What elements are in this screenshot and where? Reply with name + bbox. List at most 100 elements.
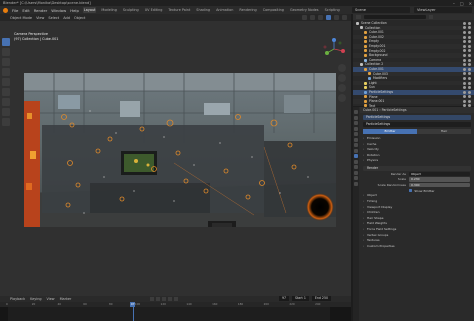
annotate-icon[interactable] [2, 98, 10, 106]
camera-render-icon[interactable] [468, 99, 471, 103]
particles-tab-icon[interactable] [354, 154, 358, 158]
eye-icon[interactable] [463, 76, 466, 80]
scale-icon[interactable] [2, 78, 10, 86]
eye-icon[interactable] [463, 21, 466, 25]
camera-render-icon[interactable] [468, 35, 471, 39]
minimize-icon[interactable]: – [453, 1, 455, 6]
particle-settings-field[interactable]: ParticleSettings [363, 122, 471, 127]
camera-render-icon[interactable] [468, 53, 471, 57]
tab-layout[interactable]: Layout [82, 7, 97, 13]
eye-icon[interactable] [463, 95, 466, 99]
eye-icon[interactable] [463, 35, 466, 39]
eye-icon[interactable] [463, 99, 466, 103]
camera-view-icon[interactable] [338, 84, 346, 92]
menu-select[interactable]: Select [48, 16, 59, 20]
jump-end-icon[interactable] [174, 297, 178, 301]
camera-render-icon[interactable] [468, 76, 471, 80]
scene-tab-icon[interactable] [354, 132, 358, 136]
tab-uv-editing[interactable]: UV Editing [144, 7, 164, 13]
eye-icon[interactable] [463, 67, 466, 71]
zoom-icon[interactable] [338, 64, 346, 72]
camera-render-icon[interactable] [468, 67, 471, 71]
end-frame-field[interactable]: End 250 [311, 296, 331, 301]
playhead-line[interactable] [132, 307, 134, 321]
perspective-toggle-icon[interactable] [338, 94, 346, 102]
menu-add[interactable]: Add [63, 16, 70, 20]
material-shading-icon[interactable] [334, 15, 339, 20]
select-box-icon[interactable] [2, 38, 10, 46]
data-tab-icon[interactable] [354, 170, 358, 175]
texture-tab-icon[interactable] [354, 181, 358, 186]
blender-logo-icon[interactable] [3, 7, 8, 13]
eye-icon[interactable] [463, 44, 466, 48]
outliner-search-input[interactable] [364, 15, 426, 19]
render-as-dropdown[interactable]: Object [409, 171, 470, 176]
menu-window[interactable]: Window [51, 8, 66, 13]
menu-marker[interactable]: Marker [60, 297, 72, 301]
camera-render-icon[interactable] [468, 63, 471, 67]
camera-render-icon[interactable] [468, 21, 471, 25]
tab-hair[interactable]: Hair [417, 129, 471, 134]
properties-editor[interactable]: Cube.001 › ParticleSettings ParticleSett… [353, 107, 474, 321]
show-emitter-checkbox[interactable] [409, 188, 413, 193]
eye-icon[interactable] [463, 40, 466, 44]
eye-icon[interactable] [463, 53, 466, 57]
tab-modeling[interactable]: Modeling [100, 7, 117, 13]
rotate-icon[interactable] [2, 68, 10, 76]
menu-file[interactable]: File [12, 8, 18, 13]
eye-icon[interactable] [463, 26, 466, 30]
camera-render-icon[interactable] [468, 72, 471, 76]
wireframe-shading-icon[interactable] [318, 15, 323, 20]
panel-custom-properties[interactable]: Custom Properties [360, 244, 474, 250]
start-frame-field[interactable]: Start 1 [292, 296, 309, 301]
scale-field[interactable]: 0.230 [409, 177, 470, 182]
world-tab-icon[interactable] [354, 137, 358, 142]
scale-randomness-field[interactable]: 0.300 [409, 182, 470, 188]
camera-render-icon[interactable] [468, 90, 471, 94]
xray-icon[interactable] [310, 15, 315, 20]
current-frame-field[interactable]: 97 [278, 296, 290, 301]
tab-animation[interactable]: Animation [215, 7, 234, 13]
close-icon[interactable]: ✕ [469, 1, 472, 6]
camera-render-icon[interactable] [468, 40, 471, 44]
render-tab-icon[interactable] [354, 115, 358, 120]
camera-render-icon[interactable] [468, 49, 471, 53]
menu-object[interactable]: Object [74, 16, 85, 20]
tab-scripting[interactable]: Scripting [324, 7, 341, 13]
next-key-icon[interactable] [168, 297, 172, 301]
menu-playback[interactable]: Playback [10, 297, 25, 301]
timeline-body[interactable] [0, 307, 351, 321]
play-icon[interactable] [162, 297, 166, 301]
camera-render-icon[interactable] [468, 95, 471, 99]
display-mode-icon[interactable] [356, 15, 361, 19]
view-layer-tab-icon[interactable] [354, 126, 358, 131]
modifier-tab-icon[interactable] [354, 148, 358, 153]
tab-shading[interactable]: Shading [195, 7, 211, 13]
menu-edit[interactable]: Edit [22, 8, 29, 13]
tool-tab-icon[interactable] [354, 110, 358, 114]
3d-viewport[interactable]: Object Mode View Select Add Object Camer… [0, 14, 351, 296]
physics-tab-icon[interactable] [354, 159, 358, 164]
move-icon[interactable] [2, 58, 10, 66]
output-tab-icon[interactable] [354, 121, 358, 125]
add-cube-icon[interactable] [2, 118, 10, 126]
menu-keying[interactable]: Keying [30, 297, 41, 301]
eye-icon[interactable] [463, 90, 466, 94]
object-tab-icon[interactable] [354, 143, 358, 147]
tab-emitter[interactable]: Emitter [363, 129, 417, 134]
tab-compositing[interactable]: Compositing [262, 7, 285, 13]
camera-render-icon[interactable] [468, 86, 471, 90]
camera-render-icon[interactable] [468, 44, 471, 48]
particle-system-list-item[interactable]: ParticleSettings [363, 115, 471, 120]
menu-view[interactable]: View [36, 16, 44, 20]
tab-texture-paint[interactable]: Texture Paint [167, 7, 191, 13]
pan-icon[interactable] [338, 74, 346, 82]
tab-geometry-nodes[interactable]: Geometry Nodes [289, 7, 320, 13]
camera-render-icon[interactable] [468, 26, 471, 30]
material-tab-icon[interactable] [354, 176, 358, 180]
scene-selector[interactable]: Scene [352, 7, 410, 13]
menu-render[interactable]: Render [34, 8, 48, 13]
measure-icon[interactable] [2, 108, 10, 116]
eye-icon[interactable] [463, 30, 466, 34]
object-mode-dropdown[interactable]: Object Mode [10, 16, 32, 20]
